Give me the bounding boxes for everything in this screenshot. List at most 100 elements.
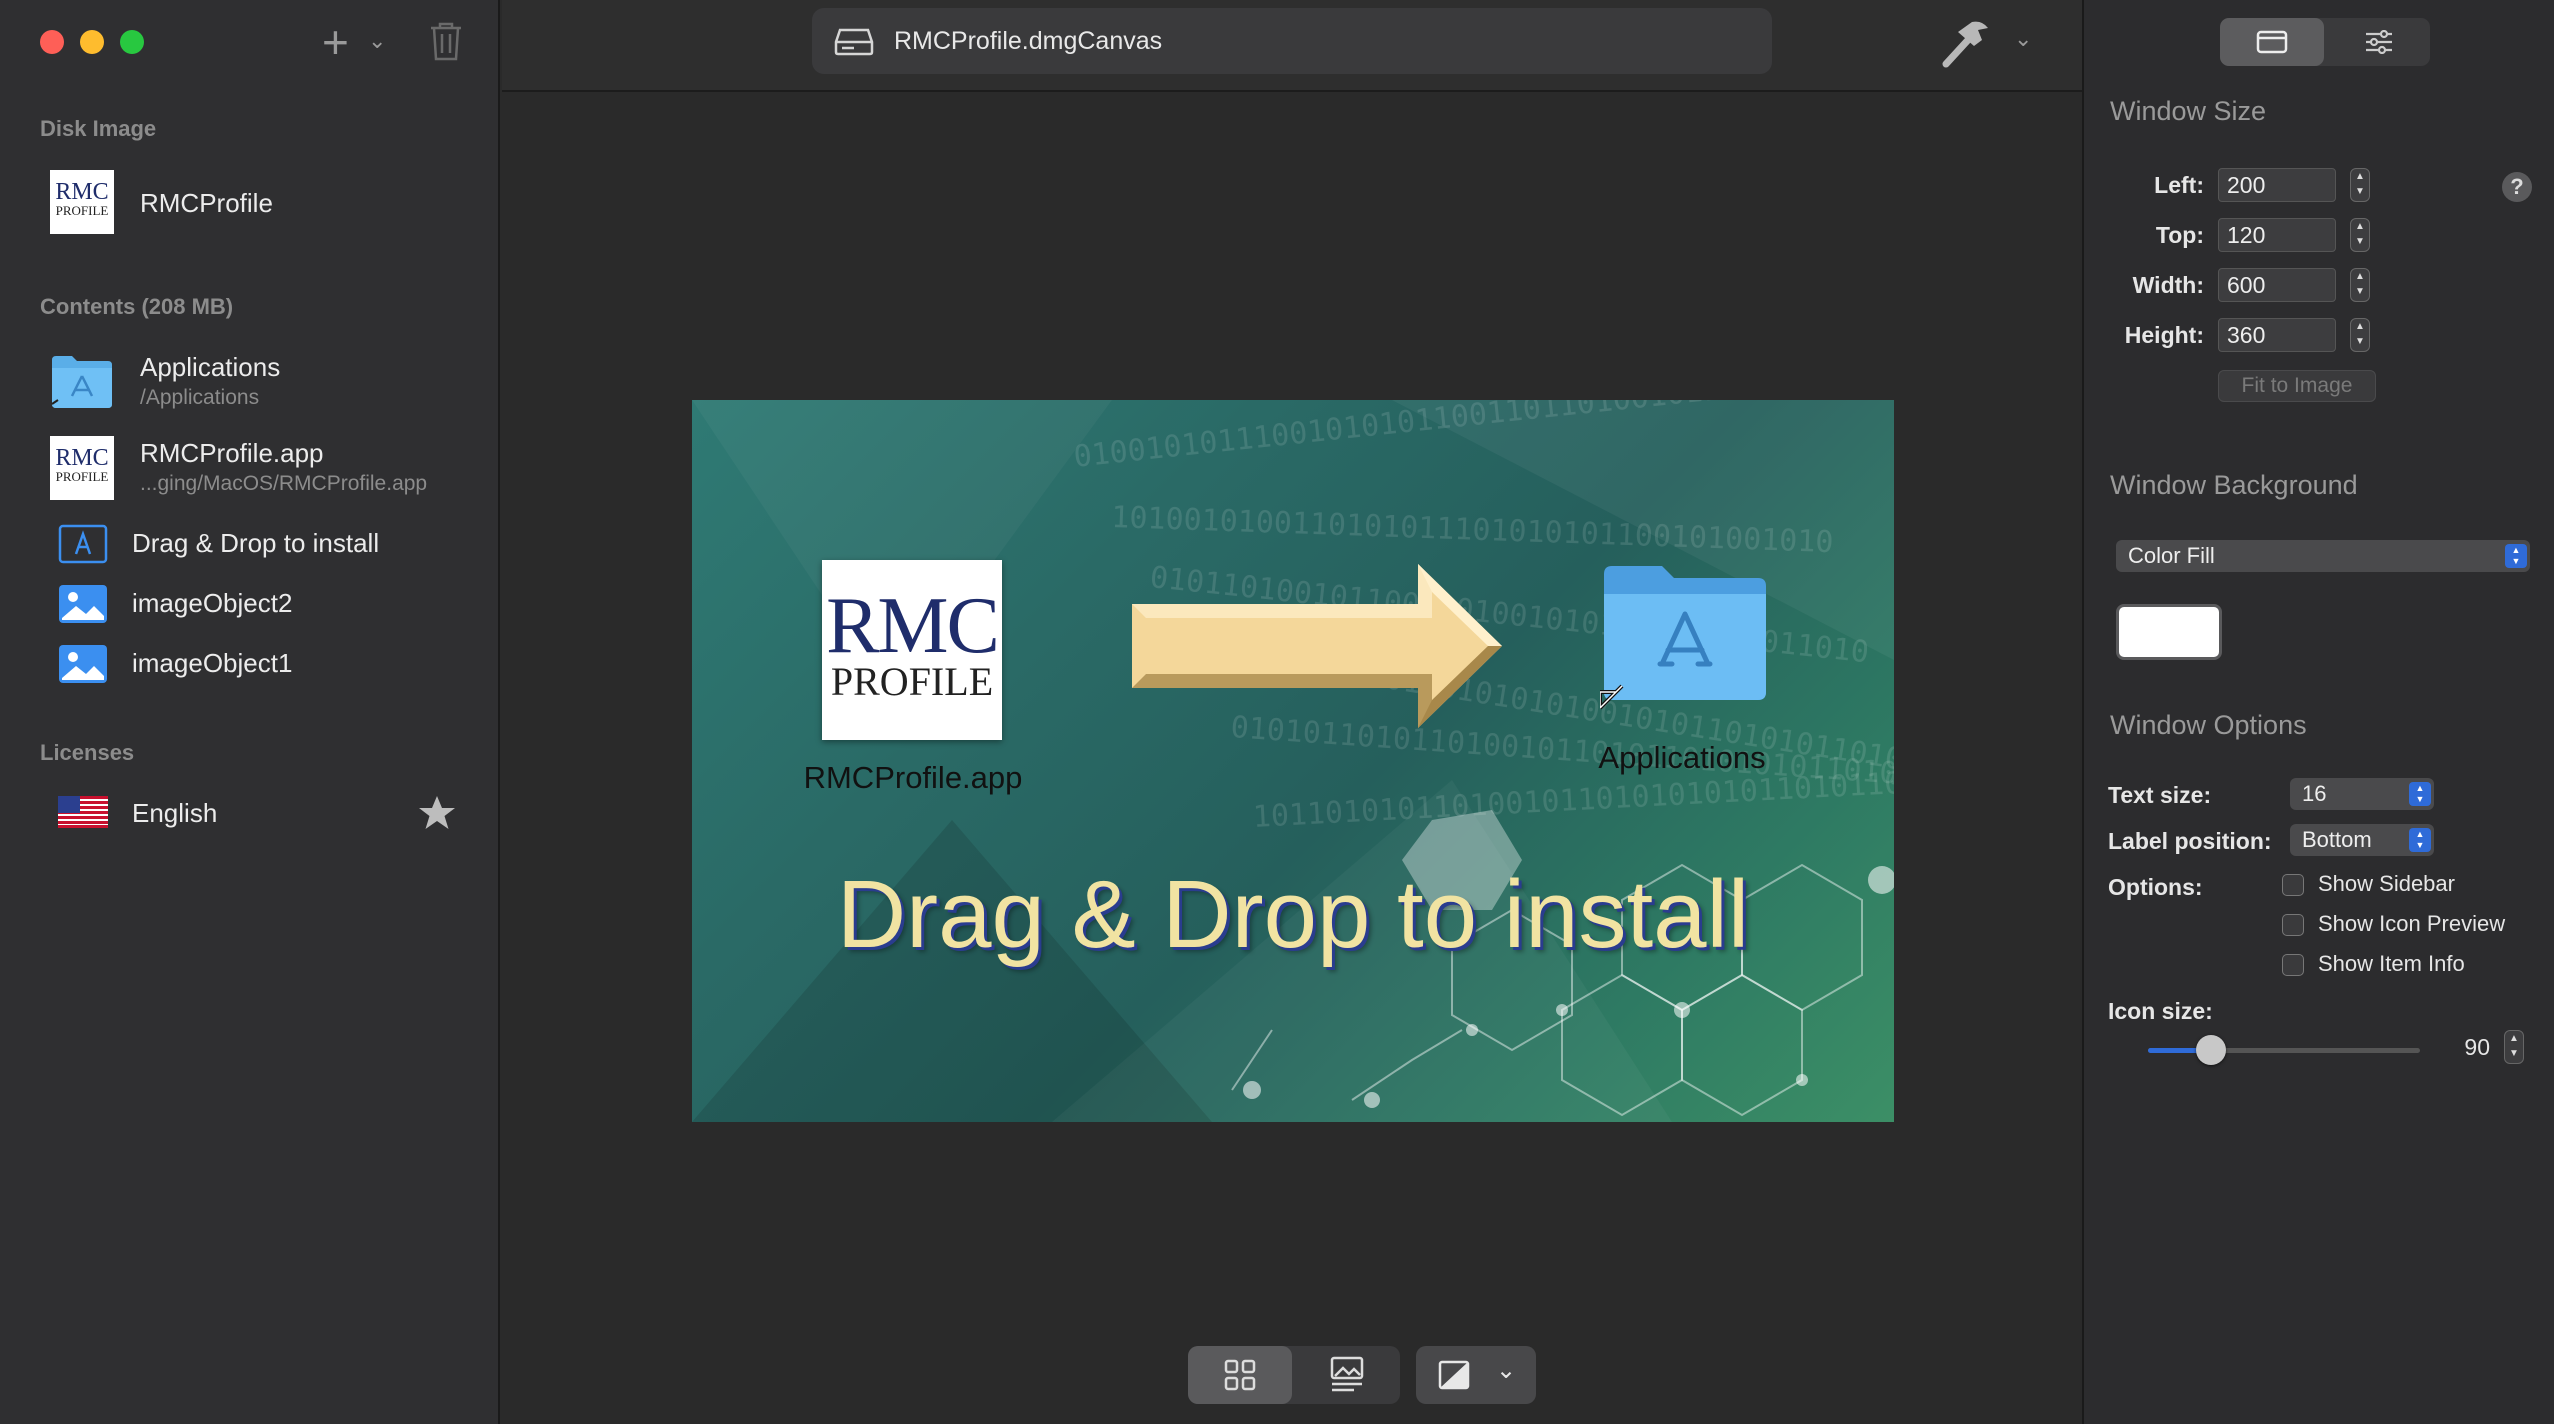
text-size-label: Text size: <box>2108 782 2212 808</box>
inspector-panel: Window Size Left: ▲▼ Top: ▲▼ Width: ▲▼ H… <box>2082 0 2554 1424</box>
section-header-licenses: Licenses <box>40 740 135 765</box>
label-position-select[interactable]: Bottom ▲ ▼ <box>2290 824 2434 856</box>
sidebar-item-subtitle: ...ging/MacOS/RMCProfile.app <box>140 472 428 495</box>
sidebar-item-subtitle: /Applications <box>140 386 260 409</box>
icon-size-slider[interactable] <box>2148 1035 2420 1065</box>
zoom-window-button[interactable] <box>120 30 144 54</box>
appearance-button[interactable]: ⌄ <box>1416 1346 1536 1404</box>
app-icon-label: RMCProfile.app <box>803 760 1023 795</box>
sidebar-item-label: Drag & Drop to install <box>132 528 380 558</box>
inspector-tabs <box>2220 18 2430 66</box>
background-type-select[interactable]: Color Fill ▲ ▼ <box>2116 540 2530 572</box>
hammer-icon <box>1942 21 1988 68</box>
chevron-down-icon: ⌄ <box>368 28 387 53</box>
document-title-field: RMCProfile.dmgCanvas <box>812 8 1772 74</box>
show-icon-preview-checkbox[interactable] <box>2282 914 2304 936</box>
fit-to-image-button[interactable]: Fit to Image <box>2218 370 2376 402</box>
image-object-icon <box>59 585 107 623</box>
sliders-icon <box>2366 30 2392 54</box>
label-position-value: Bottom <box>2302 827 2372 852</box>
width-field[interactable] <box>2218 268 2336 302</box>
rmcprofile-app-icon[interactable]: RMC PROFILE <box>822 560 1002 740</box>
thumb-text-1: RMC <box>55 445 109 471</box>
top-label: Top: <box>2155 222 2204 248</box>
us-flag-icon <box>58 796 108 828</box>
window-background-header: Window Background <box>2110 470 2358 500</box>
height-field[interactable] <box>2218 318 2336 352</box>
delete-item-button[interactable] <box>428 20 468 66</box>
background-image-view-button[interactable] <box>1294 1346 1398 1404</box>
top-stepper[interactable]: ▲ ▼ <box>2350 218 2370 252</box>
rmc-app-icon: RMC PROFILE <box>50 436 114 500</box>
icon-grid-view-button[interactable] <box>1188 1346 1292 1404</box>
popup-arrows-icon: ▲ ▼ <box>2505 544 2527 568</box>
width-label: Width: <box>2132 272 2204 298</box>
icon-size-label: Icon size: <box>2108 998 2213 1024</box>
height-label: Height: <box>2124 322 2204 348</box>
minimize-window-button[interactable] <box>80 30 104 54</box>
sidebar-item-license-english[interactable]: English <box>40 788 470 848</box>
show-icon-preview-label: Show Icon Preview <box>2318 911 2506 936</box>
toolbar: RMCProfile.dmgCanvas ⌄ <box>502 0 2082 92</box>
show-item-info-checkbox[interactable] <box>2282 954 2304 976</box>
tab-window-layout[interactable] <box>2220 18 2324 66</box>
right-arrow-graphic[interactable] <box>1132 564 1502 728</box>
build-button[interactable] <box>1938 16 1994 72</box>
popup-arrows-icon: ▲ ▼ <box>2409 828 2431 852</box>
width-stepper[interactable]: ▲ ▼ <box>2350 268 2370 302</box>
rmc-thumbnail-icon: RMC PROFILE <box>50 170 114 234</box>
sidebar-item-label: RMCProfile.app <box>140 438 324 468</box>
star-icon[interactable] <box>418 794 456 832</box>
left-stepper[interactable]: ▲ ▼ <box>2350 168 2370 202</box>
help-button[interactable]: ? <box>2502 172 2532 202</box>
dmg-window-canvas[interactable]: 01001010111001010101100110110100101101 1… <box>692 400 1894 1122</box>
sidebar-item-label: Applications <box>140 352 281 382</box>
sidebar-item-label: imageObject1 <box>132 648 293 678</box>
sidebar-item-label: RMCProfile <box>140 188 273 218</box>
sidebar-item-disk-image[interactable]: RMC PROFILE RMCProfile <box>40 168 470 234</box>
build-options-chevron-icon[interactable]: ⌄ <box>2014 26 2032 52</box>
show-sidebar-checkbox[interactable] <box>2282 874 2304 896</box>
sidebar-item-rmcprofile-app[interactable]: RMC PROFILE RMCProfile.app ...ging/MacOS… <box>40 432 470 504</box>
canvas-area: RMCProfile.dmgCanvas ⌄ 01001010111001010… <box>502 0 2082 1424</box>
plus-icon: + <box>322 16 349 68</box>
app-icon-text-1: RMC <box>826 582 1000 670</box>
popup-arrows-icon: ▲ ▼ <box>2409 782 2431 806</box>
text-size-select[interactable]: 16 ▲ ▼ <box>2290 778 2434 810</box>
thumb-text-2: PROFILE <box>55 469 109 484</box>
options-label: Options: <box>2108 874 2203 900</box>
height-stepper[interactable]: ▲ ▼ <box>2350 318 2370 352</box>
left-label: Left: <box>2154 172 2204 198</box>
background-type-value: Color Fill <box>2128 543 2215 568</box>
top-field[interactable] <box>2218 218 2336 252</box>
sidebar-item-applications[interactable]: Applications /Applications <box>40 344 470 416</box>
label-position-label: Label position: <box>2108 828 2272 854</box>
text-size-value: 16 <box>2302 781 2327 806</box>
section-header-disk-image: Disk Image <box>40 116 157 141</box>
close-window-button[interactable] <box>40 30 64 54</box>
sidebar-item-label: English <box>132 798 218 828</box>
icon-size-slider-knob[interactable] <box>2196 1035 2226 1065</box>
sidebar-item-imageobject1[interactable]: imageObject1 <box>40 638 470 698</box>
view-mode-segmented-control <box>1188 1346 1400 1404</box>
background-text-object[interactable]: Drag & Drop to install <box>692 860 1894 970</box>
left-field[interactable] <box>2218 168 2336 202</box>
sidebar-item-text-object[interactable]: Drag & Drop to install <box>40 518 470 578</box>
section-header-contents: Contents (208 MB) <box>40 294 234 319</box>
icon-size-stepper[interactable]: ▲ ▼ <box>2504 1030 2524 1064</box>
bottom-bar: ⌄ <box>502 1332 2082 1424</box>
image-text-icon <box>1330 1356 1364 1392</box>
window-icon <box>2256 30 2288 54</box>
show-sidebar-label: Show Sidebar <box>2318 871 2455 896</box>
trash-icon <box>431 22 461 61</box>
window-options-header: Window Options <box>2110 710 2307 740</box>
add-item-button[interactable]: + ⌄ <box>322 16 392 68</box>
show-item-info-label: Show Item Info <box>2318 951 2465 976</box>
applications-folder-icon[interactable] <box>1600 560 1770 710</box>
text-object-icon <box>58 524 108 564</box>
disk-drive-icon <box>834 28 874 56</box>
light-dark-appearance-icon <box>1438 1360 1470 1390</box>
sidebar-item-imageobject2[interactable]: imageObject2 <box>40 578 470 638</box>
tab-settings[interactable] <box>2326 18 2430 66</box>
background-color-well[interactable] <box>2116 604 2222 660</box>
